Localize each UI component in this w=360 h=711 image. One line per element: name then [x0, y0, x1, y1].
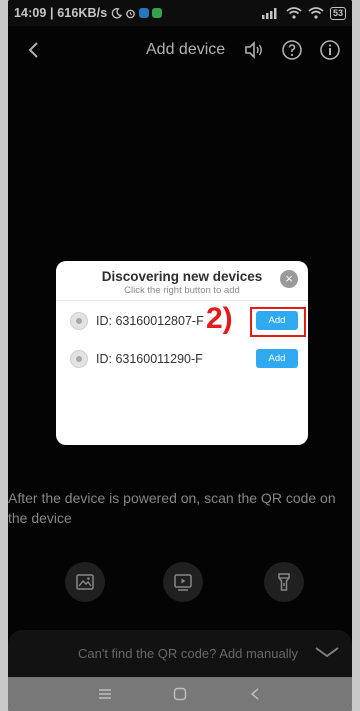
camera-icon: [70, 312, 88, 330]
annotation-step-label: 2): [206, 302, 233, 335]
discovery-dialog: Discovering new devices Click the right …: [56, 261, 308, 445]
camera-icon: [70, 350, 88, 368]
device-id: ID: 63160012807-F: [96, 314, 204, 328]
device-id: ID: 63160011290-F: [96, 352, 203, 366]
add-device-button[interactable]: Add: [256, 349, 298, 368]
close-icon[interactable]: ×: [280, 270, 298, 288]
dialog-title: Discovering new devices: [101, 269, 263, 284]
phone-screen: 14:09 | 616KB/s 53 Add device After the …: [8, 0, 352, 711]
divider: [56, 300, 308, 301]
dialog-subtitle: Click the right button to add: [124, 285, 240, 296]
device-row: ID: 63160011290-F Add: [56, 345, 308, 373]
annotation-highlight-box: [250, 307, 306, 337]
